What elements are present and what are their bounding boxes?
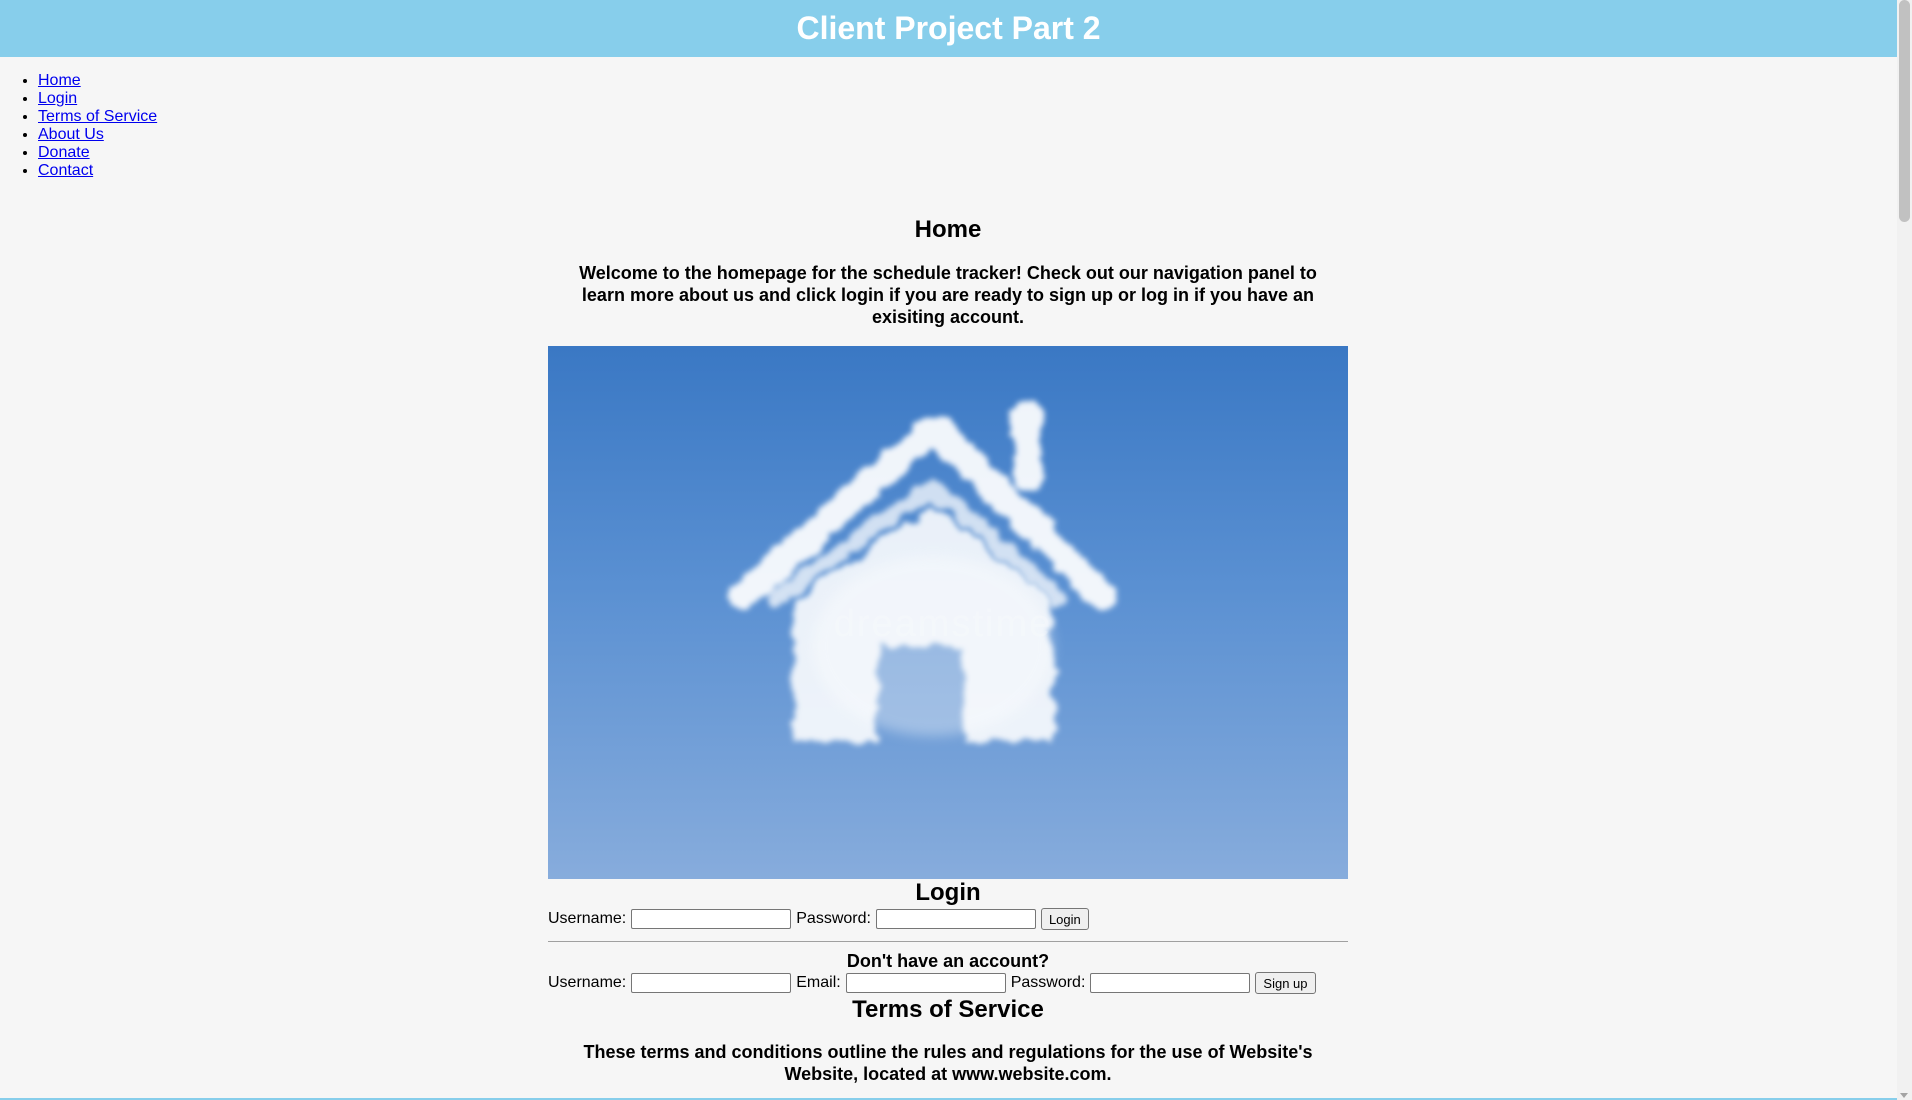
site-title: Client Project Part 2	[796, 10, 1101, 46]
scrollbar-thumb[interactable]	[1899, 0, 1910, 222]
signup-password-input[interactable]	[1090, 973, 1251, 993]
login-button[interactable]: Login	[1040, 908, 1089, 930]
signup-form: Username: Email: Password: Sign up	[548, 971, 1348, 995]
vertical-scrollbar[interactable]	[1897, 0, 1912, 1100]
nav-link-about[interactable]: About Us	[38, 126, 104, 143]
nav-item-contact: Contact	[38, 162, 157, 180]
nav-item-donate: Donate	[38, 144, 157, 162]
signup-email-label: Email:	[796, 974, 841, 991]
nav-link-contact[interactable]: Contact	[38, 162, 93, 179]
navigation-panel: Home Login Terms of Service About Us Don…	[0, 72, 157, 180]
scroll-down-arrow-icon[interactable]	[1900, 1093, 1908, 1098]
login-password-input[interactable]	[875, 909, 1036, 929]
nav-link-home[interactable]: Home	[38, 72, 81, 89]
nav-item-home: Home	[38, 72, 157, 90]
terms-text: These terms and conditions outline the r…	[583, 1042, 1313, 1084]
main-content: Home Welcome to the homepage for the sch…	[548, 216, 1348, 1085]
signup-button[interactable]: Sign up	[1255, 972, 1316, 994]
nav-item-login: Login	[38, 90, 157, 108]
login-username-label: Username:	[548, 910, 627, 927]
nav-link-terms[interactable]: Terms of Service	[38, 108, 157, 125]
login-password-label: Password:	[796, 910, 871, 927]
login-title: Login	[915, 879, 981, 906]
site-header: Client Project Part 2	[0, 0, 1897, 57]
signup-email-input[interactable]	[845, 973, 1006, 993]
nav-item-terms: Terms of Service	[38, 108, 157, 126]
cloud-house-illustration: dreamstime	[729, 401, 1117, 741]
login-form: Username: Password: Login	[548, 907, 1348, 931]
home-title: Home	[914, 216, 982, 243]
signup-title: Don't have an account?	[846, 951, 1050, 971]
nav-link-donate[interactable]: Donate	[38, 144, 90, 161]
signup-username-input[interactable]	[631, 973, 792, 993]
image-watermark: dreamstime	[834, 603, 1053, 645]
nav-item-about: About Us	[38, 126, 157, 144]
cloud-house-image: dreamstime	[548, 346, 1348, 879]
signup-username-label: Username:	[548, 974, 627, 991]
login-username-input[interactable]	[631, 909, 792, 929]
terms-title: Terms of Service	[852, 996, 1044, 1023]
nav-link-login[interactable]: Login	[38, 90, 77, 107]
home-intro-text: Welcome to the homepage for the schedule…	[579, 263, 1317, 327]
login-divider	[548, 941, 1348, 942]
signup-password-label: Password:	[1010, 974, 1086, 991]
